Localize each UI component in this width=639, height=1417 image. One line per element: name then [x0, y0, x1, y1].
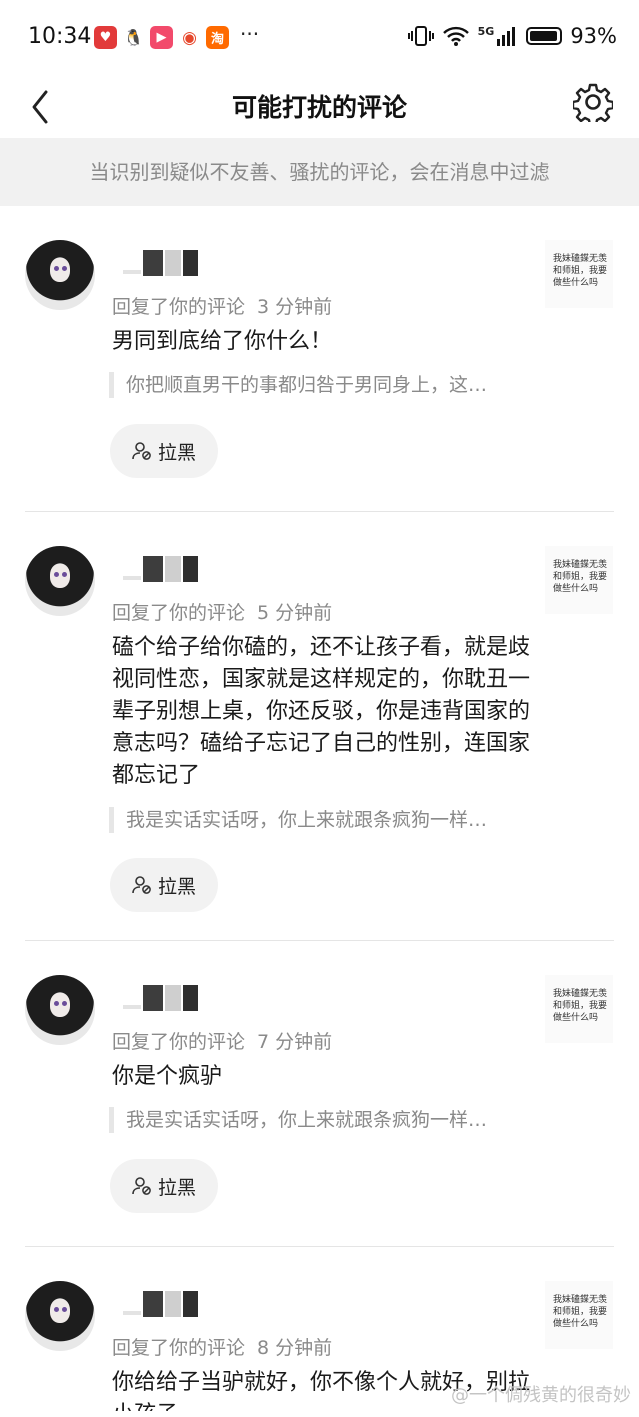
comment-action: 回复了你的评论 [112, 1337, 246, 1359]
original-post-thumbnail[interactable]: 我妹磕鍱无羡 和师姐，我要 做些什么吗 [545, 546, 613, 614]
username-redacted[interactable] [113, 250, 203, 276]
user-block-icon [132, 442, 151, 460]
block-button-label: 拉黑 [157, 875, 196, 898]
original-post-thumbnail[interactable]: 我妹磕鍱无羡 和师姐，我要 做些什么吗 [545, 975, 613, 1043]
comment-meta: 回复了你的评论 5 分钟前 [112, 598, 332, 625]
comment-meta: 回复了你的评论 7 分钟前 [112, 1027, 332, 1054]
comment-item: 回复了你的评论 3 分钟前 男同到底给了你什么！ 你把顺直男干的事都归咎于男同身上… [0, 206, 639, 512]
block-button-label: 拉黑 [157, 1176, 196, 1199]
notification-app-icons: ♥ 🐧 ▶ ◉ 淘 [94, 26, 229, 49]
user-avatar[interactable] [25, 1281, 95, 1351]
system-indicators: 5G 93% [407, 24, 617, 48]
page-header: 可能打扰的评论 [0, 78, 639, 138]
video-play-icon: ▶ [150, 26, 173, 49]
network-type-label: 5G [477, 24, 495, 38]
comment-action: 回复了你的评论 [112, 296, 246, 318]
comment-meta: 回复了你的评论 8 分钟前 [112, 1333, 332, 1360]
settings-gear-icon[interactable] [573, 82, 613, 122]
comment-content[interactable]: 男同到底给了你什么！ [112, 326, 530, 358]
filter-notice-banner: 当识别到疑似不友善、骚扰的评论，会在消息中过滤 [0, 138, 639, 206]
battery-icon [526, 27, 563, 45]
quoted-original-comment[interactable]: 我是实话实话呀，你上来就跟条疯狗一样… [109, 1107, 526, 1133]
vibrate-icon [407, 26, 434, 46]
username-redacted[interactable] [113, 985, 203, 1011]
comment-time: 8 分钟前 [257, 1337, 333, 1359]
block-button-label: 拉黑 [157, 441, 196, 464]
comment-action: 回复了你的评论 [112, 1031, 246, 1053]
block-user-button[interactable]: 拉黑 [110, 858, 218, 912]
user-avatar[interactable] [25, 546, 95, 616]
username-redacted[interactable] [113, 1291, 203, 1317]
user-block-icon [132, 876, 151, 894]
watermark-text: @一个倜残黄的很奇妙 [451, 1385, 631, 1406]
taobao-icon: 淘 [206, 26, 229, 49]
comment-time: 5 分钟前 [257, 602, 333, 624]
app-red-heart-icon: ♥ [94, 26, 117, 49]
wifi-icon [442, 26, 469, 46]
page-title: 可能打扰的评论 [231, 93, 407, 122]
quoted-original-comment[interactable]: 我是实话实话呀，你上来就跟条疯狗一样… [109, 807, 526, 833]
weibo-icon: ◉ [178, 26, 201, 49]
comment-list: 回复了你的评论 3 分钟前 男同到底给了你什么！ 你把顺直男干的事都归咎于男同身上… [0, 206, 639, 1417]
status-bar: 10:34 ♥ 🐧 ▶ ◉ 淘 ··· 5G 93% [0, 0, 639, 78]
original-post-thumbnail[interactable]: 我妹磕鍱无羡 和师姐，我要 做些什么吗 [545, 1281, 613, 1349]
username-redacted[interactable] [113, 556, 203, 582]
comment-item: 回复了你的评论 7 分钟前 你是个疯驴 我是实话实话呀，你上来就跟条疯狗一样… 拉… [0, 941, 639, 1247]
battery-percentage: 93% [570, 24, 617, 48]
signal-icon [497, 27, 516, 46]
comment-meta: 回复了你的评论 3 分钟前 [112, 292, 332, 319]
comment-action: 回复了你的评论 [112, 602, 246, 624]
status-time: 10:34 [28, 24, 92, 49]
comment-time: 3 分钟前 [257, 296, 333, 318]
more-notifications-icon: ··· [240, 22, 260, 46]
comment-item: 回复了你的评论 5 分钟前 磕个给子给你磕的，还不让孩子看，就是歧视同性恋，国家就… [0, 512, 639, 941]
comment-content[interactable]: 你是个疯驴 [112, 1061, 530, 1093]
comment-content[interactable]: 磕个给子给你磕的，还不让孩子看，就是歧视同性恋，国家就是这样规定的，你耽丑一辈子… [112, 632, 530, 792]
comment-time: 7 分钟前 [257, 1031, 333, 1053]
qq-penguin-icon: 🐧 [122, 26, 145, 49]
original-post-thumbnail[interactable]: 我妹磕鍱无羡 和师姐，我要 做些什么吗 [545, 240, 613, 308]
user-block-icon [132, 1177, 151, 1195]
user-avatar[interactable] [25, 240, 95, 310]
block-user-button[interactable]: 拉黑 [110, 424, 218, 478]
block-user-button[interactable]: 拉黑 [110, 1159, 218, 1213]
user-avatar[interactable] [25, 975, 95, 1045]
quoted-original-comment[interactable]: 你把顺直男干的事都归咎于男同身上，这… [109, 372, 526, 398]
